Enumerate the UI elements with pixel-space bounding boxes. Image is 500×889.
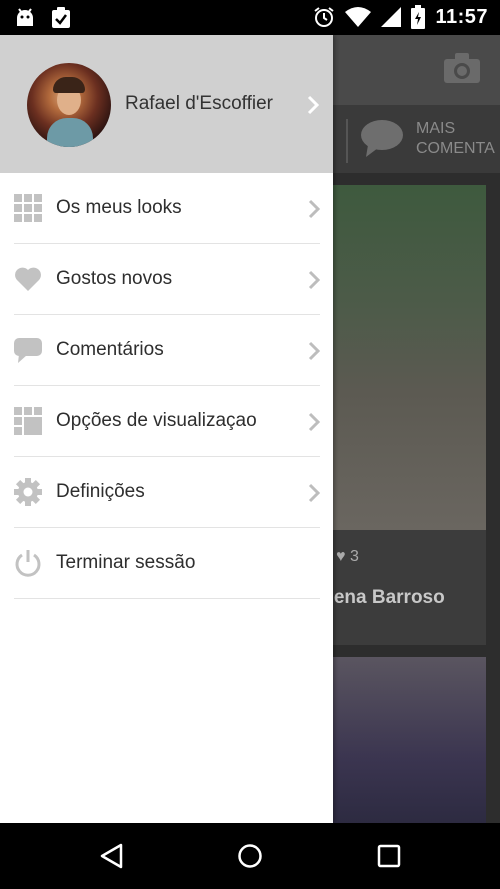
bg-tab-label[interactable]: MAIS COMENTA: [416, 119, 495, 159]
menu-item-new-likes[interactable]: Gostos novos: [14, 244, 320, 315]
bg-photo: [330, 185, 486, 530]
navigation-bar: [0, 823, 500, 889]
profile-header[interactable]: Rafael d'Escoffier: [0, 35, 333, 173]
chevron-right-icon: [307, 95, 319, 115]
menu-item-label: Os meus looks: [56, 197, 182, 218]
bg-author: elena Barroso: [318, 587, 445, 608]
status-bar: 11:57: [0, 0, 500, 35]
navigation-drawer: Rafael d'Escoffier Os meus looks Gostos …: [0, 35, 333, 823]
menu-item-label: Terminar sessão: [56, 552, 196, 573]
bg-photo-2: [330, 657, 486, 823]
menu-item-label: Gostos novos: [56, 268, 173, 289]
menu-item-my-looks[interactable]: Os meus looks: [14, 173, 320, 244]
android-icon: [17, 8, 33, 26]
recents-icon[interactable]: [377, 843, 401, 869]
chevron-right-icon: [308, 412, 320, 432]
comment-icon: [14, 338, 42, 363]
camera-icon[interactable]: [444, 53, 480, 83]
back-icon[interactable]: [99, 843, 125, 869]
heart-icon: [15, 267, 41, 291]
menu-item-label: Opções de visualizaçao: [56, 410, 257, 431]
menu-item-label: Definições: [56, 481, 145, 502]
chevron-right-icon: [308, 341, 320, 361]
bg-likes-count: 3: [349, 548, 359, 565]
chevron-right-icon: [308, 483, 320, 503]
bg-tab-divider: [346, 119, 348, 163]
chevron-right-icon: [308, 199, 320, 219]
clipboard-check-icon: [52, 7, 70, 28]
menu-item-comments[interactable]: Comentários: [14, 315, 320, 386]
wifi-icon: [345, 7, 372, 27]
menu-item-view-options[interactable]: Opções de visualizaçao: [14, 386, 320, 457]
home-icon[interactable]: [237, 843, 263, 869]
battery-icon: [411, 5, 426, 29]
menu-item-logout[interactable]: Terminar sessão: [14, 528, 320, 599]
menu-item-settings[interactable]: Definições: [14, 457, 320, 528]
gear-icon: [14, 478, 42, 506]
power-icon: [15, 550, 41, 577]
signal-icon: [381, 7, 402, 27]
menu-item-label: Comentários: [56, 339, 164, 360]
avatar: [27, 63, 111, 147]
bg-likes: ♥ 3: [336, 548, 359, 565]
chevron-right-icon: [308, 270, 320, 290]
layout-icon: [14, 407, 42, 435]
status-time: 11:57: [435, 5, 488, 28]
profile-name: Rafael d'Escoffier: [125, 93, 273, 114]
comment-icon: [361, 120, 403, 157]
grid-icon: [14, 194, 42, 222]
alarm-icon: [314, 7, 335, 27]
